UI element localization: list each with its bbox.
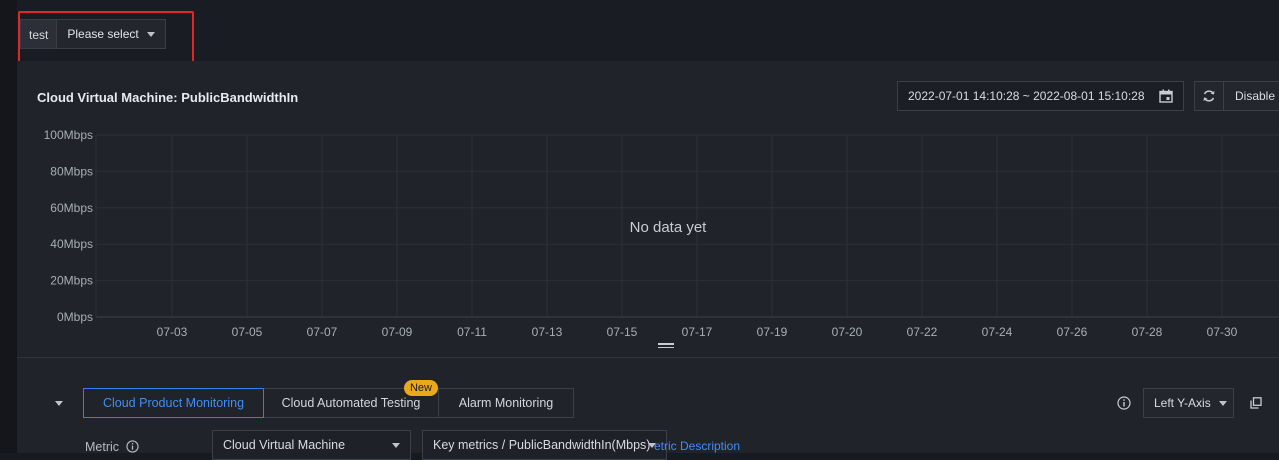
x-tick-label: 07-13 <box>532 325 563 339</box>
x-tick-label: 07-09 <box>382 325 413 339</box>
variable-bar <box>17 0 1279 61</box>
x-tick-label: 07-24 <box>982 325 1013 339</box>
tab-cloud-automated-testing[interactable]: Cloud Automated Testing New <box>264 380 439 418</box>
x-tick-label: 07-05 <box>232 325 263 339</box>
variable-select[interactable]: Please select <box>57 19 166 49</box>
variable-select-value: Please select <box>67 27 139 41</box>
y-tick-label: 40Mbps <box>50 237 93 251</box>
info-icon[interactable] <box>1117 396 1131 410</box>
y-axis-select[interactable]: Left Y-Axis <box>1143 388 1234 418</box>
collapse-caret-icon[interactable] <box>55 401 63 406</box>
x-tick-label: 07-03 <box>157 325 188 339</box>
metric-label-text: Metric <box>85 440 120 454</box>
tab-alarm-monitoring[interactable]: Alarm Monitoring <box>439 388 574 418</box>
resize-handle[interactable] <box>658 343 674 349</box>
variable-label: test <box>20 19 58 49</box>
x-tick-label: 07-26 <box>1057 325 1088 339</box>
new-badge: New <box>403 380 438 396</box>
x-tick-label: 07-07 <box>307 325 338 339</box>
metric-select-value: Key metrics / PublicBandwidthIn(Mbps) <box>433 438 651 452</box>
y-tick-label: 100Mbps <box>44 128 93 142</box>
product-select[interactable]: Cloud Virtual Machine <box>212 430 411 460</box>
x-tick-label: 07-19 <box>757 325 788 339</box>
caret-down-icon <box>1218 400 1227 406</box>
y-tick-label: 60Mbps <box>50 201 93 215</box>
metric-description-link[interactable]: etric Description <box>654 439 740 453</box>
y-axis-select-value: Left Y-Axis <box>1154 396 1211 410</box>
copy-icon[interactable] <box>1250 397 1262 409</box>
x-tick-label: 07-28 <box>1132 325 1163 339</box>
info-icon[interactable] <box>125 440 139 453</box>
x-tick-label: 07-22 <box>907 325 938 339</box>
metric-label: Metric <box>85 440 139 454</box>
y-tick-label: 80Mbps <box>50 164 93 178</box>
metric-select[interactable]: Key metrics / PublicBandwidthIn(Mbps) <box>422 430 667 460</box>
bandwidth-chart: 100Mbps 80Mbps 60Mbps 40Mbps 20Mbps 0Mbps 07-0… <box>44 128 1279 339</box>
panel-divider <box>17 357 1279 358</box>
y-tick-label: 0Mbps <box>57 310 93 324</box>
x-tick-label: 07-11 <box>457 325 487 339</box>
empty-state-text: No data yet <box>630 219 708 236</box>
y-tick-label: 20Mbps <box>50 274 93 288</box>
tab-label: Cloud Automated Testing <box>281 396 421 410</box>
x-tick-label: 07-30 <box>1207 325 1238 339</box>
tab-cloud-product-monitoring[interactable]: Cloud Product Monitoring <box>83 388 264 418</box>
x-tick-label: 07-15 <box>607 325 638 339</box>
x-tick-label: 07-17 <box>682 325 713 339</box>
caret-down-icon <box>392 443 400 448</box>
variable-filter: test Please select <box>20 19 166 49</box>
source-tabs: Cloud Product Monitoring Cloud Automated… <box>83 380 574 418</box>
x-tick-label: 07-20 <box>832 325 863 339</box>
caret-down-icon <box>146 31 155 37</box>
product-select-value: Cloud Virtual Machine <box>223 438 346 452</box>
